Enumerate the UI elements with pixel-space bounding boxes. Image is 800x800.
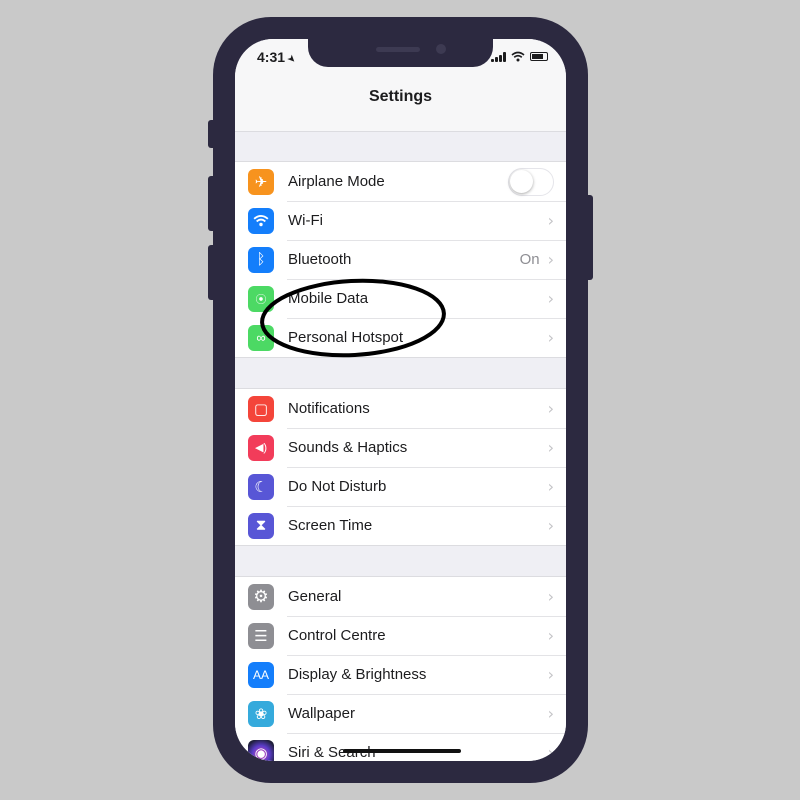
settings-row-airplane-mode[interactable]: ✈ Airplane Mode <box>235 162 566 201</box>
row-label: Screen Time <box>288 517 373 534</box>
settings-row-wallpaper[interactable]: ❀ Wallpaper › <box>235 694 566 733</box>
chevron-right-icon: › <box>547 438 554 457</box>
settings-row-display-brightness[interactable]: AA Display & Brightness › <box>235 655 566 694</box>
airplane-mode-toggle[interactable] <box>508 167 554 196</box>
row-label: Mobile Data <box>288 290 369 307</box>
wifi-icon <box>248 207 274 234</box>
settings-row-general[interactable]: ⚙ General › <box>235 577 566 616</box>
flower-icon: ❀ <box>248 700 274 727</box>
hotspot-icon: ∞ <box>248 324 274 351</box>
chevron-right-icon: › <box>547 399 554 418</box>
bluetooth-icon: ᛒ <box>248 246 274 273</box>
row-label: Wallpaper <box>288 705 355 722</box>
moon-icon: ☾ <box>248 473 274 500</box>
phone-screen: Settings 4:31➤ ✈ Airplane Mode Wi-Fi › ᛒ… <box>235 39 566 761</box>
gear-icon: ⚙ <box>248 583 274 610</box>
toggles-icon: ☰ <box>248 622 274 649</box>
battery-icon <box>530 52 548 61</box>
settings-row-do-not-disturb[interactable]: ☾ Do Not Disturb › <box>235 467 566 506</box>
text-size-icon: AA <box>248 661 274 688</box>
chevron-right-icon: › <box>547 328 554 347</box>
row-label: Do Not Disturb <box>288 478 387 495</box>
location-arrow-icon: ➤ <box>284 52 299 67</box>
chevron-right-icon: › <box>547 211 554 230</box>
settings-row-control-centre[interactable]: ☰ Control Centre › <box>235 616 566 655</box>
airplane-icon: ✈ <box>248 168 274 195</box>
chevron-right-icon: › <box>547 743 554 761</box>
chevron-right-icon: › <box>547 665 554 684</box>
notifications-icon: ▢ <box>248 395 274 422</box>
row-label: Bluetooth <box>288 251 352 268</box>
chevron-right-icon: › <box>547 587 554 606</box>
settings-row-mobile-data[interactable]: ⦿ Mobile Data › <box>235 279 566 318</box>
row-label: Control Centre <box>288 627 386 644</box>
row-label: Wi-Fi <box>288 212 323 229</box>
chevron-right-icon: › <box>547 516 554 535</box>
settings-row-screen-time[interactable]: ⧗ Screen Time › <box>235 506 566 545</box>
settings-row-siri-search[interactable]: ◉ Siri & Search › <box>235 733 566 761</box>
siri-icon: ◉ <box>248 739 274 761</box>
speaker-icon: ◀) <box>248 434 274 461</box>
hourglass-icon: ⧗ <box>248 512 274 539</box>
cellular-signal-icon <box>491 51 506 62</box>
settings-group-connectivity: ✈ Airplane Mode Wi-Fi › ᛒ Bluetooth On ›… <box>235 161 566 358</box>
settings-row-sounds-haptics[interactable]: ◀) Sounds & Haptics › <box>235 428 566 467</box>
notch <box>308 39 493 67</box>
page-title: Settings <box>368 88 433 105</box>
phone-frame: Settings 4:31➤ ✈ Airplane Mode Wi-Fi › ᛒ… <box>213 17 588 783</box>
speaker-grille <box>376 47 420 52</box>
row-label: Notifications <box>288 400 370 417</box>
settings-group-notifications: ▢ Notifications › ◀) Sounds & Haptics › … <box>235 388 566 546</box>
wifi-icon <box>511 51 525 62</box>
time-text: 4:31 <box>257 49 286 65</box>
settings-row-wifi[interactable]: Wi-Fi › <box>235 201 566 240</box>
row-label: Airplane Mode <box>288 173 385 190</box>
antenna-icon: ⦿ <box>248 285 274 312</box>
status-time: 4:31➤ <box>257 49 299 67</box>
row-label: Personal Hotspot <box>288 329 404 346</box>
chevron-right-icon: › <box>547 477 554 496</box>
bluetooth-status-value: On <box>519 251 540 268</box>
chevron-right-icon: › <box>547 704 554 723</box>
chevron-right-icon: › <box>547 626 554 645</box>
chevron-right-icon: › <box>547 289 554 308</box>
row-label: Display & Brightness <box>288 666 427 683</box>
settings-group-general: ⚙ General › ☰ Control Centre › AA Displa… <box>235 576 566 761</box>
settings-row-personal-hotspot[interactable]: ∞ Personal Hotspot › <box>235 318 566 357</box>
home-indicator[interactable] <box>343 749 461 753</box>
front-camera <box>436 44 446 54</box>
status-icons <box>491 51 548 62</box>
row-label: Sounds & Haptics <box>288 439 408 456</box>
settings-row-notifications[interactable]: ▢ Notifications › <box>235 389 566 428</box>
chevron-right-icon: › <box>547 250 554 269</box>
row-label: General <box>288 588 342 605</box>
settings-row-bluetooth[interactable]: ᛒ Bluetooth On › <box>235 240 566 279</box>
